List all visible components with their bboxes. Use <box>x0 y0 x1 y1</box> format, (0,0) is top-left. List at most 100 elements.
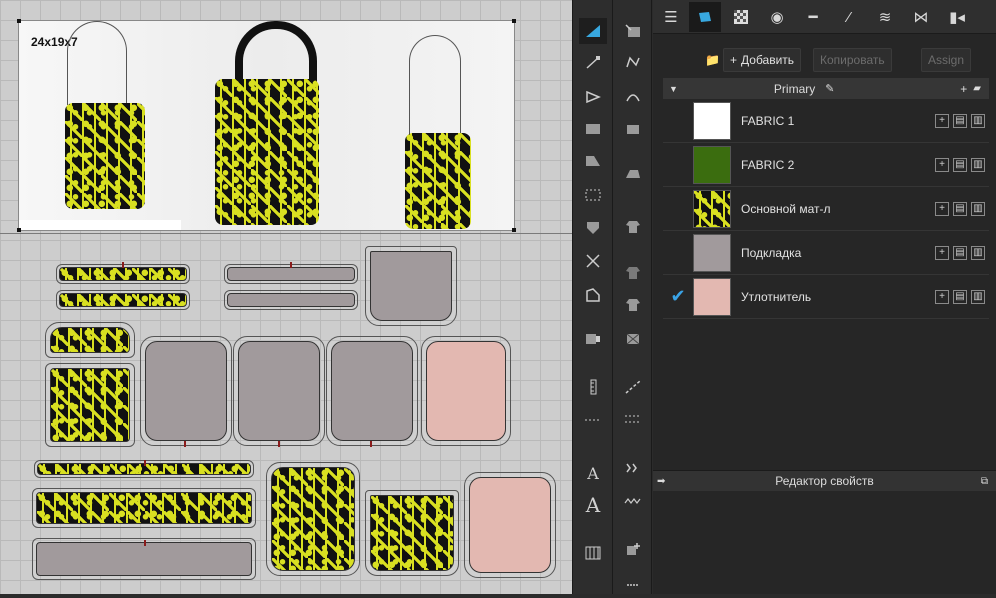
expand-icon[interactable]: + <box>935 157 949 172</box>
m-n-sewing-icon[interactable] <box>619 84 647 110</box>
reference-image[interactable]: 24x19x7 <box>17 19 516 232</box>
pattern-piece[interactable] <box>140 336 232 446</box>
polygon-icon[interactable] <box>579 148 607 174</box>
pattern-2d-canvas[interactable]: 24x19x7 <box>0 0 572 594</box>
material-row[interactable]: FABRIC 1 + ▤ ▥ <box>663 99 989 143</box>
material-row[interactable]: FABRIC 2 + ▤ ▥ <box>663 143 989 187</box>
material-swatch[interactable] <box>693 145 731 184</box>
add-button[interactable]: + Добавить <box>723 48 802 72</box>
delete-icon[interactable]: ▥ <box>971 157 985 172</box>
pattern-piece[interactable] <box>32 488 256 528</box>
expand-icon[interactable]: + <box>935 113 949 128</box>
pattern-piece[interactable] <box>233 336 325 446</box>
material-swatch[interactable] <box>693 189 731 228</box>
check-icon[interactable]: ✔ <box>663 286 693 307</box>
copy-label: Копировать <box>820 53 885 67</box>
material-name: FABRIC 1 <box>741 113 795 128</box>
ruler-icon[interactable] <box>579 374 607 400</box>
pattern-piece[interactable] <box>421 336 511 446</box>
assign-button[interactable]: Assign <box>921 48 972 72</box>
plus-icon[interactable]: + <box>960 82 967 96</box>
iron-icon[interactable] <box>619 160 647 186</box>
copy-icon[interactable]: ▤ <box>953 245 967 260</box>
zipper-icon[interactable] <box>619 572 647 598</box>
stitch-icon[interactable] <box>619 456 647 482</box>
pattern-piece[interactable] <box>56 290 190 310</box>
expand-icon[interactable]: + <box>935 245 949 260</box>
select-mesh-icon[interactable] <box>619 260 647 286</box>
pin-icon[interactable] <box>619 292 647 318</box>
line-icon[interactable]: ━ <box>797 2 829 32</box>
folder-icon[interactable]: ▰ <box>973 83 981 94</box>
property-editor-header[interactable]: ➡ Редактор свойств ⧉ <box>653 470 996 491</box>
sewing-tools-toolbar <box>612 0 652 594</box>
material-name: Подкладка <box>741 245 802 260</box>
copy-icon[interactable]: ▤ <box>953 113 967 128</box>
delete-icon[interactable]: ▥ <box>971 289 985 304</box>
reference-image-strip <box>19 220 181 230</box>
pattern-piece[interactable] <box>266 462 360 576</box>
popout-icon[interactable]: ⧉ <box>981 476 988 487</box>
cut-icon[interactable] <box>579 248 607 274</box>
expand-icon[interactable]: + <box>935 289 949 304</box>
delete-icon[interactable]: ▥ <box>971 113 985 128</box>
copy-icon[interactable]: ▤ <box>953 289 967 304</box>
collapse-triangle-icon[interactable]: ▼ <box>669 84 678 94</box>
rectangle-icon[interactable] <box>579 116 607 142</box>
zigzag-icon[interactable]: ≋ <box>869 2 901 32</box>
material-row[interactable]: ✔ Утлотнитель + ▤ ▥ <box>663 275 989 319</box>
list-icon[interactable]: ☰ <box>655 2 687 32</box>
pattern-piece[interactable] <box>224 290 358 310</box>
puckering-icon[interactable] <box>579 326 607 352</box>
select-icon[interactable] <box>579 18 607 44</box>
checker-icon[interactable] <box>725 2 757 32</box>
topstitch-icon[interactable] <box>619 488 647 514</box>
copy-icon[interactable]: ▤ <box>953 201 967 216</box>
text-icon[interactable]: A <box>579 460 607 486</box>
seam-line-icon[interactable] <box>579 406 607 432</box>
edit-point-icon[interactable] <box>579 50 607 76</box>
more-icon[interactable]: ▮◂ <box>941 2 973 32</box>
material-swatch[interactable] <box>693 277 731 316</box>
fabric-icon[interactable] <box>619 326 647 352</box>
material-name: Утлотнитель <box>741 289 812 304</box>
bag-strap <box>409 35 461 135</box>
shirt-icon[interactable] <box>619 214 647 240</box>
arrow-right-icon[interactable]: ➡ <box>657 476 665 487</box>
fold-icon[interactable] <box>579 214 607 240</box>
material-swatch[interactable] <box>693 101 731 140</box>
check-sewing-icon[interactable] <box>619 116 647 142</box>
segment-sewing-icon[interactable] <box>619 18 647 44</box>
button-icon[interactable]: ◉ <box>761 2 793 32</box>
transform-icon[interactable] <box>579 84 607 110</box>
expand-icon[interactable]: + <box>935 201 949 216</box>
fabric-icon[interactable] <box>689 2 721 32</box>
pattern-piece[interactable] <box>326 336 418 446</box>
internal-rect-icon[interactable] <box>579 182 607 208</box>
bow-icon[interactable]: ⋈ <box>905 2 937 32</box>
pattern-piece[interactable] <box>45 322 135 358</box>
pencil-icon[interactable]: ✎ <box>825 82 834 95</box>
text-outline-icon[interactable]: A <box>579 492 607 518</box>
folder-add-icon[interactable]: 📁 <box>699 48 726 72</box>
dart-icon[interactable] <box>579 282 607 308</box>
pattern-piece[interactable] <box>464 472 556 578</box>
delete-icon[interactable]: ▥ <box>971 245 985 260</box>
pattern-piece[interactable] <box>365 490 459 576</box>
measure-icon[interactable] <box>619 406 647 432</box>
section-header-primary[interactable]: ▼ Primary ✎ + ▰ <box>663 78 989 99</box>
grid-icon[interactable] <box>579 540 607 566</box>
copy-icon[interactable]: ▤ <box>953 157 967 172</box>
pattern-piece[interactable] <box>365 246 457 326</box>
material-row[interactable]: Подкладка + ▤ ▥ <box>663 231 989 275</box>
zoom-line-icon[interactable] <box>619 374 647 400</box>
delete-icon[interactable]: ▥ <box>971 201 985 216</box>
stitch-icon[interactable]: ⁄ <box>833 2 865 32</box>
material-swatch[interactable] <box>693 233 731 272</box>
copy-button[interactable]: Копировать <box>813 48 892 72</box>
material-row[interactable]: Основной мат-л + ▤ ▥ <box>663 187 989 231</box>
trim-icon[interactable] <box>619 536 647 562</box>
bag-strap <box>67 21 127 105</box>
pattern-piece[interactable] <box>45 363 135 447</box>
free-sewing-icon[interactable] <box>619 50 647 76</box>
